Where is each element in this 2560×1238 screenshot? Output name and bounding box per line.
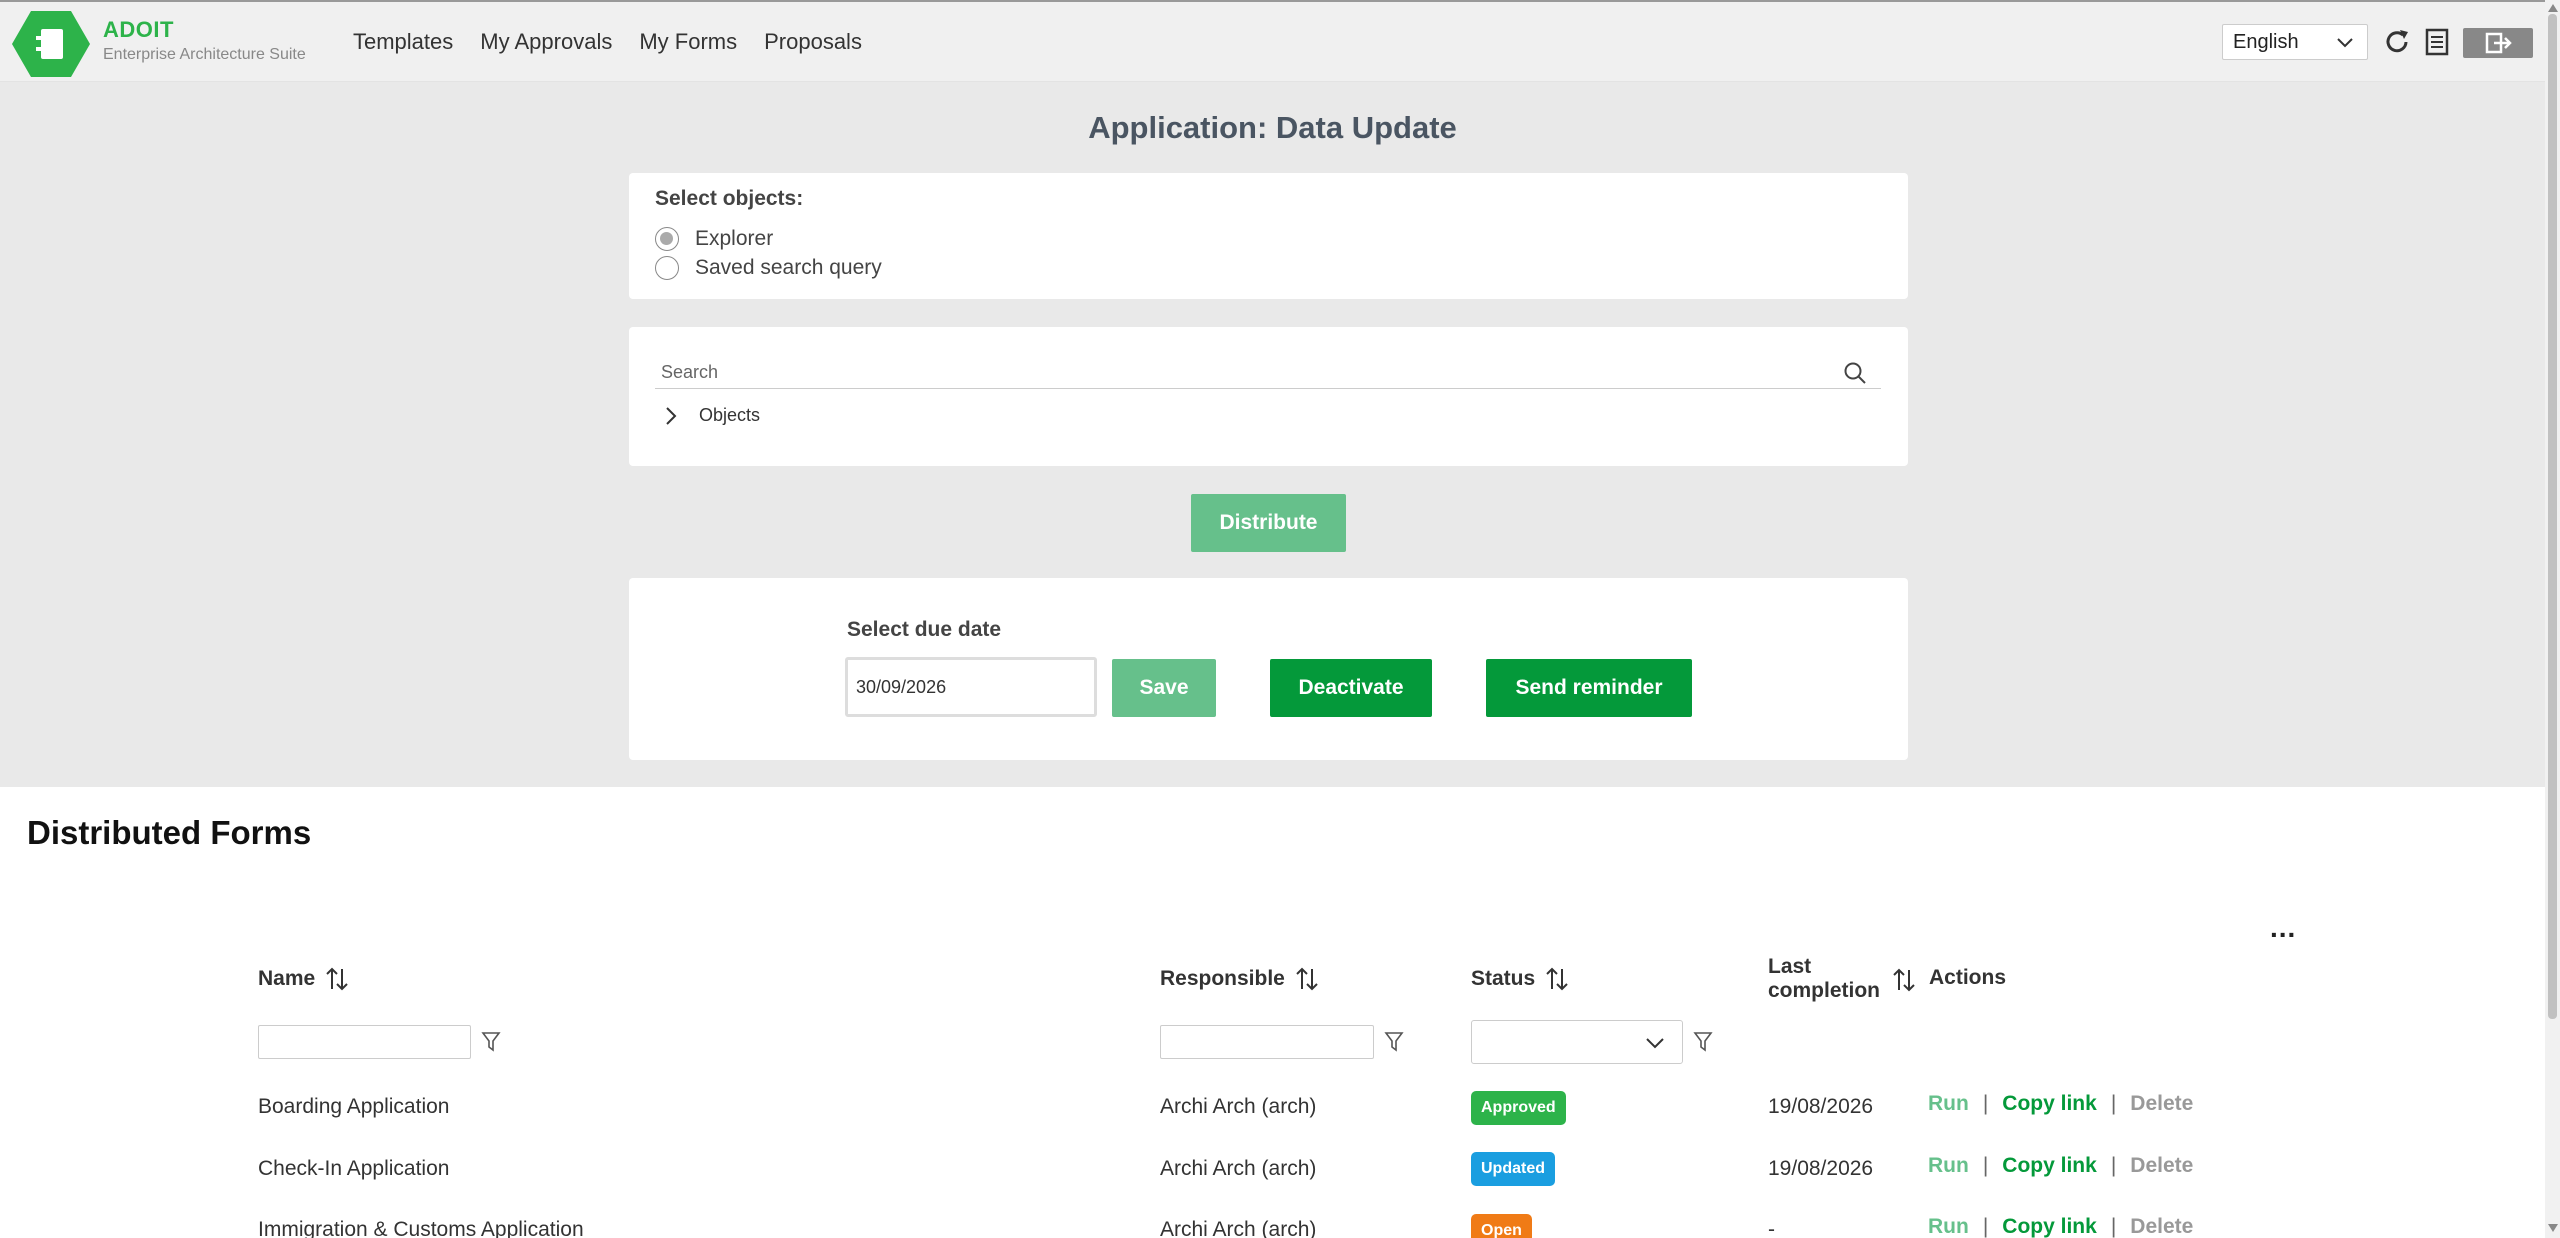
section-title: Distributed Forms (27, 814, 312, 851)
language-select[interactable]: English (2222, 24, 2368, 60)
column-header-name[interactable]: Name (258, 966, 349, 992)
sort-icon[interactable] (1545, 966, 1569, 992)
sort-icon[interactable] (1892, 967, 1916, 993)
tree-node-objects[interactable]: Objects (665, 405, 760, 426)
top-navigation-bar: ADOIT Enterprise Architecture Suite Temp… (0, 0, 2545, 82)
search-bar (655, 357, 1881, 389)
action-separator: | (1982, 1092, 1989, 1115)
column-header-actions: Actions (1929, 966, 2006, 990)
page-title: Application: Data Update (1088, 110, 1457, 145)
sort-icon[interactable] (325, 966, 349, 992)
cell-responsible: Archi Arch (arch) (1160, 1218, 1317, 1238)
action-separator: | (1982, 1215, 1989, 1238)
column-header-label: Responsible (1160, 967, 1285, 990)
radio-saved-search[interactable]: Saved search query (655, 256, 882, 280)
nav-proposals[interactable]: Proposals (764, 29, 862, 55)
chevron-right-icon[interactable] (665, 406, 677, 426)
distribute-button[interactable]: Distribute (1191, 494, 1346, 552)
action-separator: | (2110, 1092, 2117, 1115)
status-badge: Updated (1471, 1152, 1555, 1186)
delete-link[interactable]: Delete (2130, 1154, 2193, 1178)
cell-responsible: Archi Arch (arch) (1160, 1157, 1317, 1180)
copy-link[interactable]: Copy link (2002, 1215, 2097, 1238)
run-link[interactable]: Run (1928, 1154, 1969, 1178)
tree-node-label: Objects (699, 405, 761, 425)
name-filter-input[interactable] (258, 1025, 471, 1059)
status-filter-select[interactable] (1471, 1020, 1683, 1064)
adoit-logo-icon (12, 11, 90, 77)
filter-icon[interactable] (1384, 1031, 1404, 1053)
row-actions: Run | Copy link | Delete (1928, 1215, 2193, 1238)
send-reminder-button[interactable]: Send reminder (1486, 659, 1692, 717)
cell-name: Check-In Application (258, 1157, 450, 1180)
cell-last-completion: 19/08/2026 (1768, 1095, 1874, 1118)
row-actions: Run | Copy link | Delete (1928, 1154, 2193, 1178)
refresh-icon[interactable] (2383, 26, 2413, 58)
filter-icon[interactable] (1693, 1031, 1713, 1053)
column-header-label: Actions (1929, 966, 2007, 989)
cell-name: Immigration & Customs Application (258, 1218, 584, 1238)
save-button[interactable]: Save (1112, 659, 1216, 717)
delete-link[interactable]: Delete (2130, 1215, 2193, 1238)
radio-label: Explorer (695, 227, 774, 250)
nav-my-forms[interactable]: My Forms (639, 29, 737, 55)
cell-responsible: Archi Arch (arch) (1160, 1095, 1317, 1118)
select-objects-label: Select objects: (655, 187, 804, 210)
cell-last-completion: 19/08/2026 (1768, 1157, 1874, 1180)
scroll-up-arrow-icon[interactable] (2548, 4, 2558, 12)
column-header-label: completion (1768, 979, 1881, 1002)
language-value: English (2233, 31, 2299, 53)
logout-icon (2485, 32, 2512, 54)
search-icon[interactable] (1843, 361, 1867, 385)
action-separator: | (2110, 1154, 2117, 1177)
due-date-card: Select due date Save Deactivate Send rem… (629, 578, 1908, 760)
object-search-card: Objects (629, 327, 1908, 466)
deactivate-button[interactable]: Deactivate (1270, 659, 1432, 717)
logout-button[interactable] (2463, 28, 2533, 58)
logo-subtitle: Enterprise Architecture Suite (103, 46, 306, 63)
search-input[interactable] (655, 357, 1835, 387)
column-header-label: Status (1471, 967, 1536, 990)
run-link[interactable]: Run (1928, 1215, 1969, 1238)
action-separator: | (2110, 1215, 2117, 1238)
run-link[interactable]: Run (1928, 1092, 1969, 1116)
due-date-label: Select due date (847, 618, 1002, 641)
radio-button-checked[interactable] (655, 227, 679, 251)
column-header-responsible[interactable]: Responsible (1160, 966, 1319, 992)
responsible-filter-input[interactable] (1160, 1025, 1374, 1059)
radio-button[interactable] (655, 256, 679, 280)
column-header-label: Name (258, 967, 316, 990)
vertical-scrollbar[interactable] (2545, 0, 2560, 1238)
more-options-button[interactable]: ... (2270, 914, 2296, 942)
column-header-last-completion[interactable]: Last completion (1768, 955, 1880, 1003)
column-header-label: Last (1768, 955, 1812, 978)
row-actions: Run | Copy link | Delete (1928, 1092, 2193, 1116)
nav-my-approvals[interactable]: My Approvals (480, 29, 612, 55)
radio-explorer[interactable]: Explorer (655, 227, 773, 251)
logo-title: ADOIT (103, 17, 174, 42)
chevron-down-icon (1646, 1038, 1664, 1049)
main-nav: Templates My Approvals My Forms Proposal… (353, 29, 862, 55)
copy-link[interactable]: Copy link (2002, 1154, 2097, 1178)
select-objects-card: Select objects: Explorer Saved search qu… (629, 173, 1908, 299)
document-icon[interactable] (2422, 26, 2452, 58)
due-date-input[interactable] (845, 657, 1097, 717)
cell-last-completion: - (1768, 1218, 1775, 1238)
nav-templates[interactable]: Templates (353, 29, 453, 55)
status-badge: Approved (1471, 1091, 1566, 1125)
cell-name: Boarding Application (258, 1095, 450, 1118)
column-header-status[interactable]: Status (1471, 966, 1569, 992)
scroll-down-arrow-icon[interactable] (2548, 1224, 2558, 1232)
delete-link[interactable]: Delete (2130, 1092, 2193, 1116)
action-separator: | (1982, 1154, 1989, 1177)
radio-label: Saved search query (695, 256, 882, 279)
chevron-down-icon (2337, 38, 2353, 48)
status-badge: Open (1471, 1214, 1532, 1238)
scrollbar-thumb[interactable] (2548, 14, 2557, 1019)
filter-icon[interactable] (481, 1031, 501, 1053)
copy-link[interactable]: Copy link (2002, 1092, 2097, 1116)
sort-icon[interactable] (1295, 966, 1319, 992)
